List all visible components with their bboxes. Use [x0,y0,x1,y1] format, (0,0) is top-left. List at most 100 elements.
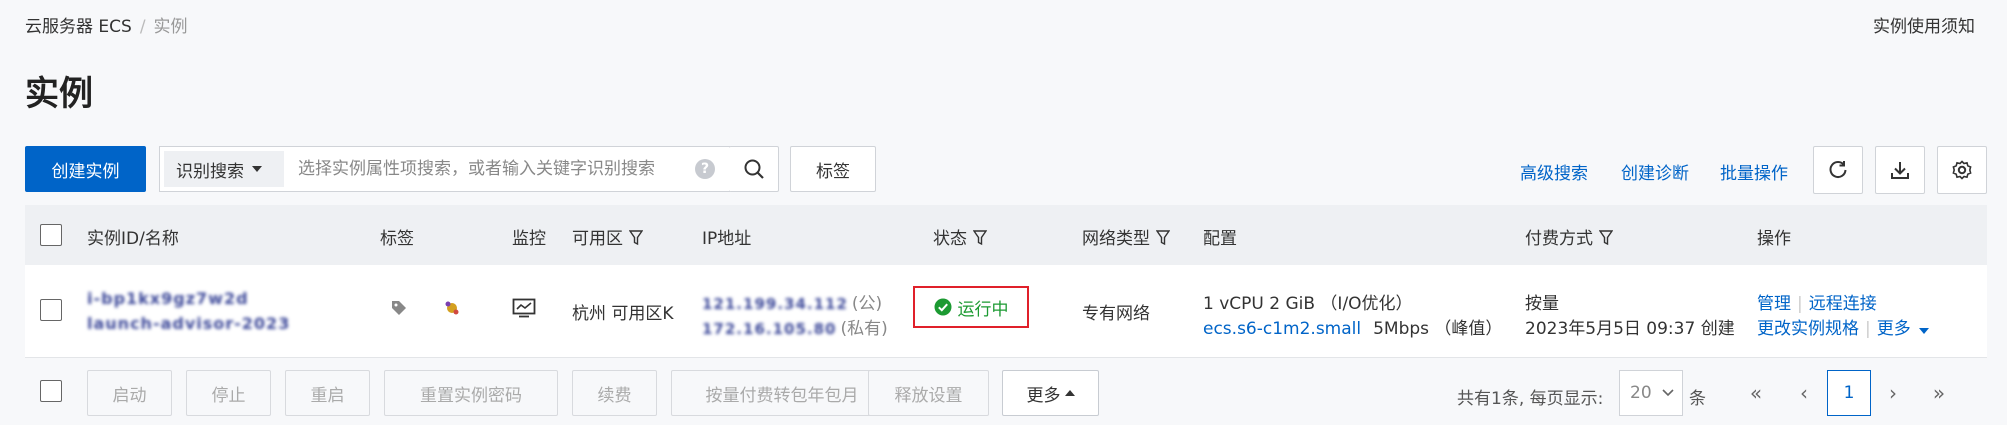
search-input[interactable] [290,147,696,191]
public-ip: 121.199.34.112 (公) [702,289,882,314]
table-footer: 启动 停止 重启 重置实例密码 续费 按量付费转包年包月 释放设置 更多 共有1… [25,357,1987,425]
col-network: 网络类型 [1082,224,1170,249]
tag-icon[interactable] [390,299,408,317]
chevron-up-icon [1064,390,1075,396]
actions-line2: 更改实例规格 | 更多 [1757,314,1929,339]
pin-icon[interactable] [443,299,461,317]
check-circle-icon [934,298,951,316]
download-button[interactable] [1875,146,1925,194]
filter-icon[interactable] [1599,230,1613,246]
filter-icon[interactable] [629,230,643,246]
instance-name: launch-advisor-2023 [87,314,291,333]
settings-button[interactable] [1937,146,1987,194]
private-ip-suffix: (私有) [840,319,888,339]
footer-select-all-checkbox[interactable] [40,380,62,402]
page-title: 实例 [25,74,93,114]
breadcrumb-separator: / [139,17,146,37]
release-settings-button[interactable]: 释放设置 [868,370,989,416]
advanced-search-link[interactable]: 高级搜索 [1520,159,1588,184]
search-type-dropdown[interactable]: 识别搜索 [164,151,284,187]
prev-page-button[interactable]: ‹ [1782,370,1826,416]
search-box: 识别搜索 ? [159,146,730,192]
filter-icon[interactable] [973,230,987,246]
table-header: 实例ID/名称 标签 监控 可用区 IP地址 状态 网络类型 配置 付费方式 操… [25,205,1987,265]
more-button-label: 更多 [1026,385,1061,406]
first-page-button[interactable]: « [1734,370,1778,416]
col-id-name: 实例ID/名称 [87,229,179,249]
chevron-down-icon [1918,328,1929,334]
page-size-select[interactable]: 20 [1619,370,1683,416]
start-button[interactable]: 启动 [87,370,172,416]
monitor-icon[interactable] [512,298,536,318]
row-checkbox[interactable] [40,299,62,321]
private-ip: 172.16.105.80 (私有) [702,314,888,339]
network-type: 专有网络 [1082,304,1150,324]
stop-button[interactable]: 停止 [186,370,271,416]
bandwidth: 5Mbps （峰值） [1373,319,1503,339]
status-badge: 运行中 [913,286,1029,328]
col-monitor: 监控 [512,229,546,249]
more-actions-link[interactable]: 更多 [1877,319,1929,339]
config-spec-line: ecs.s6-c1m2.small 5Mbps （峰值） [1203,314,1502,339]
remote-connect-link[interactable]: 远程连接 [1809,294,1877,314]
col-zone-label: 可用区 [572,229,623,249]
refresh-icon [1829,161,1847,179]
private-ip-value: 172.16.105.80 [702,320,837,338]
col-billing-label: 付费方式 [1525,229,1593,249]
table-row: i-bp1kx9gz7w2d launch-advisor-2023 杭州 可用… [25,265,1987,358]
renew-button[interactable]: 续费 [572,370,657,416]
col-billing: 付费方式 [1525,224,1613,249]
page-size-unit: 条 [1689,389,1706,409]
instance-usage-notes-link[interactable]: 实例使用须知 [1873,12,1975,37]
col-actions: 操作 [1757,229,1791,249]
batch-operations-link[interactable]: 批量操作 [1720,159,1788,184]
more-actions-label: 更多 [1876,319,1911,339]
create-instance-button[interactable]: 创建实例 [25,146,146,192]
create-diagnosis-link[interactable]: 创建诊断 [1621,159,1689,184]
gear-icon [1952,160,1972,180]
select-all-checkbox[interactable] [40,224,62,246]
col-status-label: 状态 [933,229,967,249]
tag-button[interactable]: 标签 [790,146,876,192]
search-icon [744,159,764,179]
col-network-label: 网络类型 [1082,229,1150,249]
search-button[interactable] [729,146,779,192]
config-cpu-mem: 1 vCPU 2 GiB （I/O优化） [1203,294,1413,314]
chevron-down-icon [1662,389,1674,397]
chevron-down-icon [252,166,262,172]
convert-to-subscription-button[interactable]: 按量付费转包年包月 [671,370,893,416]
next-page-button[interactable]: › [1871,370,1915,416]
col-config: 配置 [1203,229,1237,249]
actions-line1: 管理 | 远程连接 [1757,289,1877,314]
page-size-value: 20 [1630,383,1652,403]
filter-icon[interactable] [1156,230,1170,246]
col-status: 状态 [933,224,987,249]
col-tags: 标签 [380,229,414,249]
change-spec-link[interactable]: 更改实例规格 [1757,319,1859,339]
current-page-button[interactable]: 1 [1827,370,1871,416]
created-time: 2023年5月5日 09:37 创建 [1525,319,1735,339]
breadcrumb-root[interactable]: 云服务器 ECS [25,17,132,37]
restart-button[interactable]: 重启 [285,370,370,416]
zone-value: 杭州 可用区K [572,304,674,324]
status-text: 运行中 [957,299,1009,320]
more-button[interactable]: 更多 [1002,370,1099,416]
breadcrumb-current: 实例 [153,17,188,37]
divider: | [1797,294,1803,314]
total-count: 共有1条, 每页显示: [1457,389,1604,409]
download-icon [1891,162,1909,179]
reset-password-button[interactable]: 重置实例密码 [384,370,558,416]
instance-id-link[interactable]: i-bp1kx9gz7w2d [87,289,249,308]
instance-spec-link[interactable]: ecs.s6-c1m2.small [1203,319,1361,339]
col-ip: IP地址 [702,229,752,249]
billing-type: 按量 [1525,294,1559,314]
breadcrumb: 云服务器 ECS / 实例 [25,12,188,37]
public-ip-suffix: (公) [851,294,883,314]
divider: | [1865,319,1871,339]
help-icon[interactable]: ? [695,159,715,179]
refresh-button[interactable] [1813,146,1863,194]
col-zone: 可用区 [572,224,643,249]
last-page-button[interactable]: » [1917,370,1961,416]
manage-link[interactable]: 管理 [1757,294,1791,314]
public-ip-value: 121.199.34.112 [702,295,848,313]
